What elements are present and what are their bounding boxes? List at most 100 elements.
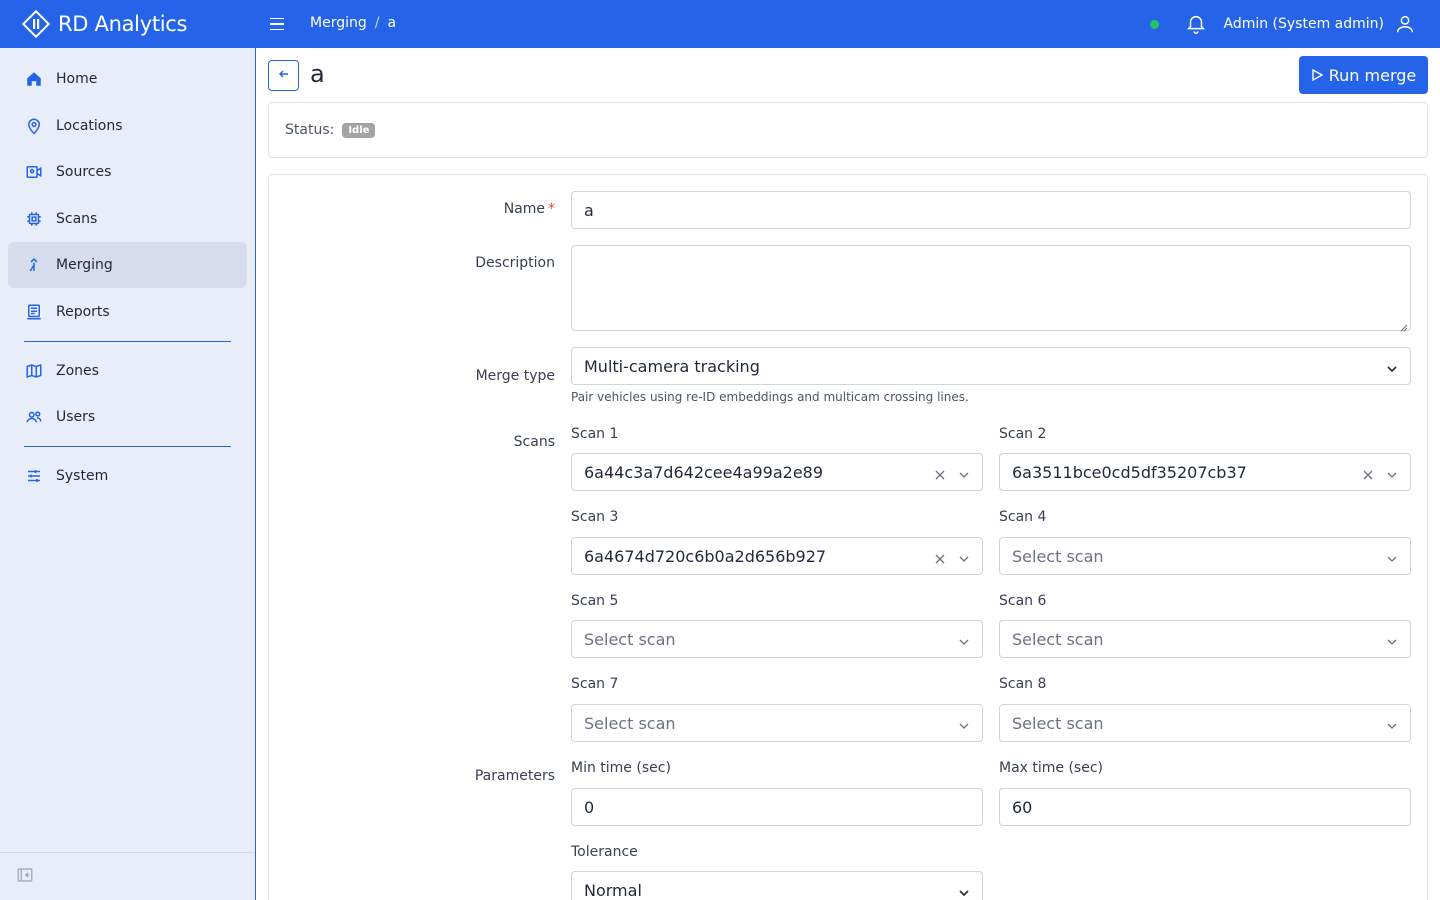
scan-1-select[interactable]: 6a44c3a7d642cee4a99a2e89 — [571, 453, 983, 491]
scan-1-label: Scan 1 — [571, 426, 619, 442]
sidebar-divider — [24, 446, 231, 447]
scan-8-label: Scan 8 — [999, 676, 1047, 692]
scan-4-label: Scan 4 — [999, 509, 1047, 525]
merge-icon — [24, 255, 44, 275]
scan-7-select[interactable]: Select scan — [571, 704, 983, 742]
chevron-down-icon — [958, 550, 970, 562]
sidebar-item-label: Sources — [56, 164, 112, 180]
scan-8-select[interactable]: Select scan — [999, 704, 1411, 742]
chevron-down-icon — [958, 884, 970, 897]
chevron-down-icon — [958, 633, 970, 645]
run-merge-button[interactable]: Run merge — [1299, 56, 1428, 94]
breadcrumb-section[interactable]: Merging — [310, 15, 367, 31]
back-button[interactable] — [268, 60, 299, 91]
scan-4-select[interactable]: Select scan — [999, 537, 1411, 575]
description-label: Description — [475, 255, 555, 271]
scan-6-select[interactable]: Select scan — [999, 620, 1411, 658]
merge-type-select[interactable]: Multi-camera tracking — [571, 347, 1411, 385]
connection-status-indicator — [1150, 19, 1160, 29]
scan-6-label: Scan 6 — [999, 593, 1047, 609]
sidebar-item-label: System — [56, 468, 109, 484]
merge-type-label: Merge type — [475, 368, 555, 384]
scans-label: Scans — [513, 434, 555, 450]
clear-icon[interactable] — [934, 550, 946, 564]
max-time-label: Max time (sec) — [999, 760, 1104, 776]
chevron-down-icon — [1386, 717, 1398, 729]
home-icon — [24, 69, 44, 89]
clear-icon[interactable] — [934, 466, 946, 480]
sidebar-item-locations[interactable]: Locations — [8, 103, 247, 149]
name-label: Name * — [355, 201, 555, 217]
collapse-icon — [16, 866, 34, 888]
sidebar: Home Locations Sources Scans Merging Rep… — [0, 48, 256, 900]
main-content: a Run merge Status: Idle Name * a Descrip… — [256, 48, 1440, 900]
sidebar-item-label: Home — [56, 71, 98, 87]
report-icon — [24, 302, 44, 322]
sidebar-item-scans[interactable]: Scans — [8, 196, 247, 242]
brand[interactable]: RD Analytics — [0, 9, 256, 39]
scan-1-value: 6a44c3a7d642cee4a99a2e89 — [584, 462, 824, 482]
camera-icon — [24, 162, 44, 182]
chevron-down-icon — [1386, 550, 1398, 562]
page-title: a — [310, 60, 325, 88]
scan-3-label: Scan 3 — [571, 509, 619, 525]
sliders-icon — [24, 466, 44, 486]
clear-icon[interactable] — [1362, 466, 1374, 480]
scan-7-label: Scan 7 — [571, 676, 619, 692]
scan-3-value: 6a4674d720c6b0a2d656b927 — [584, 546, 827, 566]
status-badge: Idle — [342, 122, 376, 138]
tolerance-select[interactable]: Normal — [571, 871, 983, 900]
sidebar-item-users[interactable]: Users — [8, 394, 247, 440]
app-title: RD Analytics — [58, 12, 188, 36]
chevron-down-icon — [958, 717, 970, 729]
sidebar-item-sources[interactable]: Sources — [8, 149, 247, 195]
name-field[interactable]: a — [571, 191, 1411, 229]
chevron-down-icon — [1386, 633, 1398, 645]
bell-icon[interactable] — [1185, 13, 1207, 35]
sidebar-item-home[interactable]: Home — [8, 56, 247, 102]
arrow-left-icon — [278, 68, 290, 84]
chip-icon — [24, 209, 44, 229]
tolerance-value: Normal — [584, 880, 642, 900]
required-mark: * — [548, 201, 555, 217]
scan-4-placeholder: Select scan — [1012, 546, 1104, 566]
description-field[interactable] — [571, 245, 1411, 332]
max-time-field[interactable]: 60 — [999, 788, 1411, 826]
sidebar-item-reports[interactable]: Reports — [8, 289, 247, 335]
sidebar-collapse-button[interactable] — [0, 852, 255, 900]
scan-5-label: Scan 5 — [571, 593, 619, 609]
run-merge-label: Run merge — [1328, 65, 1417, 85]
sidebar-item-label: Reports — [56, 303, 110, 320]
user-menu-label[interactable]: Admin (System admin) — [1223, 16, 1384, 32]
min-time-field[interactable]: 0 — [571, 788, 983, 826]
sidebar-item-label: Users — [56, 409, 96, 425]
merge-type-hint: Pair vehicles using re-ID embeddings and… — [571, 390, 969, 404]
scan-3-select[interactable]: 6a4674d720c6b0a2d656b927 — [571, 537, 983, 575]
scan-2-label: Scan 2 — [999, 426, 1047, 442]
menu-toggle-icon[interactable] — [270, 12, 290, 36]
scan-5-select[interactable]: Select scan — [571, 620, 983, 658]
breadcrumb: Merging / a — [310, 15, 396, 31]
map-pin-icon — [24, 116, 44, 136]
breadcrumb-separator: / — [374, 15, 380, 31]
sidebar-item-system[interactable]: System — [8, 453, 247, 499]
logo-icon — [21, 9, 51, 39]
chevron-down-icon — [1386, 466, 1398, 478]
scan-5-placeholder: Select scan — [584, 629, 676, 649]
map-icon — [24, 361, 44, 381]
status-card: Status: Idle — [268, 102, 1428, 158]
sidebar-divider — [24, 340, 231, 342]
sidebar-item-label: Locations — [56, 117, 123, 134]
sidebar-item-label: Scans — [56, 210, 98, 227]
min-time-value: 0 — [584, 797, 595, 817]
chevron-down-icon — [1386, 360, 1398, 373]
tolerance-label: Tolerance — [571, 844, 638, 860]
chevron-down-icon — [958, 466, 970, 478]
resize-handle-icon[interactable] — [1400, 320, 1408, 332]
user-icon[interactable] — [1394, 13, 1416, 35]
sidebar-item-zones[interactable]: Zones — [8, 348, 247, 394]
sidebar-item-merging[interactable]: Merging — [8, 242, 247, 288]
breadcrumb-current: a — [387, 15, 397, 31]
users-icon — [24, 407, 44, 427]
scan-2-select[interactable]: 6a3511bce0cd5df35207cb37 — [999, 453, 1411, 491]
